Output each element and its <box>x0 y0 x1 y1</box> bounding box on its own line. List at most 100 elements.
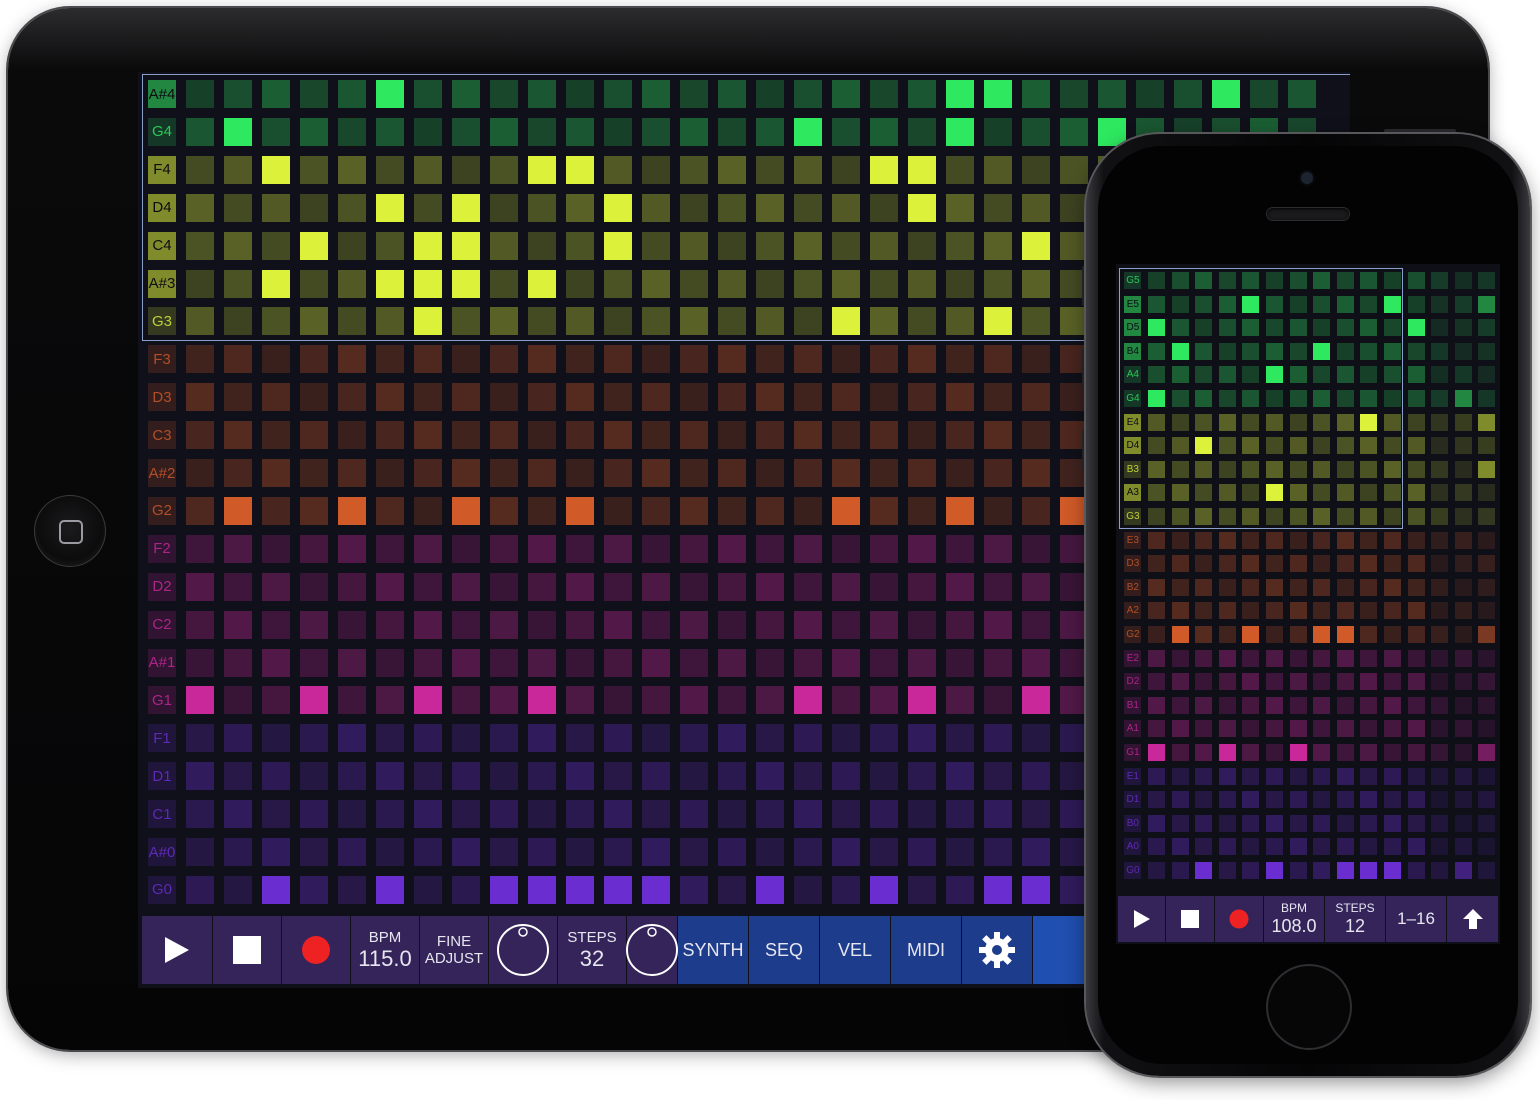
step-cell[interactable] <box>300 875 328 904</box>
step-cell[interactable] <box>1022 648 1050 677</box>
step-cell[interactable] <box>984 459 1012 487</box>
step-cell[interactable] <box>186 421 214 450</box>
step-cell[interactable] <box>1171 626 1189 643</box>
step-cell[interactable] <box>642 686 670 715</box>
step-cell[interactable] <box>642 80 670 108</box>
step-cell[interactable] <box>338 572 366 601</box>
step-cell[interactable] <box>870 572 898 601</box>
step-cell[interactable] <box>1454 626 1472 643</box>
step-cell[interactable] <box>1407 649 1425 667</box>
step-cell[interactable] <box>832 193 860 222</box>
step-cell[interactable] <box>832 155 860 184</box>
step-cell[interactable] <box>262 231 290 260</box>
step-cell[interactable] <box>680 459 708 487</box>
step-cell[interactable] <box>870 800 898 829</box>
step-cell[interactable] <box>566 686 594 715</box>
step-cell[interactable] <box>490 496 518 525</box>
step-cell[interactable] <box>794 648 822 677</box>
step-cell[interactable] <box>1266 484 1283 502</box>
step-cell[interactable] <box>604 875 632 904</box>
step-cell[interactable] <box>1289 366 1307 384</box>
step-cell[interactable] <box>1266 602 1283 620</box>
step-cell[interactable] <box>1098 80 1126 108</box>
step-cell[interactable] <box>1266 791 1283 809</box>
step-cell[interactable] <box>756 875 784 904</box>
step-cell[interactable] <box>376 80 404 108</box>
step-cell[interactable] <box>1431 838 1449 856</box>
step-cell[interactable] <box>946 875 974 904</box>
step-cell[interactable] <box>718 686 746 715</box>
step-cell[interactable] <box>756 117 784 146</box>
step-cell[interactable] <box>262 307 290 336</box>
step-cell[interactable] <box>908 496 936 525</box>
step-cell[interactable] <box>1384 319 1401 337</box>
step-cell[interactable] <box>1431 814 1449 832</box>
step-cell[interactable] <box>1407 484 1425 502</box>
step-cell[interactable] <box>414 724 442 753</box>
step-cell[interactable] <box>490 875 518 904</box>
step-cell[interactable] <box>1407 342 1425 360</box>
step-cell[interactable] <box>528 269 556 298</box>
step-cell[interactable] <box>1313 390 1331 407</box>
step-cell[interactable] <box>1289 342 1307 360</box>
stop-button[interactable] <box>1166 896 1214 942</box>
step-cell[interactable] <box>414 838 442 866</box>
step-cell[interactable] <box>224 534 252 563</box>
step-cell[interactable] <box>794 117 822 146</box>
step-cell[interactable] <box>1195 484 1213 502</box>
step-cell[interactable] <box>1313 767 1331 785</box>
step-cell[interactable] <box>566 800 594 829</box>
step-cell[interactable] <box>1148 437 1165 455</box>
step-cell[interactable] <box>1360 460 1378 478</box>
step-cell[interactable] <box>414 117 442 146</box>
step-cell[interactable] <box>604 572 632 601</box>
step-cell[interactable] <box>984 117 1012 146</box>
step-cell[interactable] <box>1218 531 1236 549</box>
step-cell[interactable] <box>870 534 898 563</box>
step-cell[interactable] <box>794 459 822 487</box>
step-cell[interactable] <box>1218 460 1236 478</box>
step-cell[interactable] <box>832 231 860 260</box>
step-cell[interactable] <box>186 572 214 601</box>
step-cell[interactable] <box>870 269 898 298</box>
step-cell[interactable] <box>1289 862 1307 879</box>
step-cell[interactable] <box>1171 767 1189 785</box>
step-cell[interactable] <box>1313 555 1331 573</box>
step-cell[interactable] <box>414 762 442 791</box>
step-cell[interactable] <box>490 838 518 866</box>
step-cell[interactable] <box>1195 531 1213 549</box>
step-cell[interactable] <box>1289 508 1307 525</box>
step-cell[interactable] <box>1407 814 1425 832</box>
step-cell[interactable] <box>642 421 670 450</box>
step-cell[interactable] <box>528 307 556 336</box>
step-cell[interactable] <box>376 496 404 525</box>
step-cell[interactable] <box>908 648 936 677</box>
step-cell[interactable] <box>680 686 708 715</box>
step-cell[interactable] <box>1336 673 1354 691</box>
step-cell[interactable] <box>566 421 594 450</box>
step-cell[interactable] <box>566 610 594 639</box>
step-cell[interactable] <box>300 496 328 525</box>
step-cell[interactable] <box>1171 602 1189 620</box>
step-cell[interactable] <box>300 155 328 184</box>
step-cell[interactable] <box>870 610 898 639</box>
step-cell[interactable] <box>1022 383 1050 412</box>
step-cell[interactable] <box>1407 602 1425 620</box>
step-cell[interactable] <box>1431 366 1449 384</box>
step-cell[interactable] <box>262 686 290 715</box>
step-cell[interactable] <box>1431 720 1449 738</box>
step-cell[interactable] <box>1336 649 1354 667</box>
step-cell[interactable] <box>376 383 404 412</box>
step-range-button[interactable]: 1–16 <box>1386 896 1446 942</box>
step-cell[interactable] <box>1313 744 1331 761</box>
step-cell[interactable] <box>224 155 252 184</box>
step-cell[interactable] <box>1384 413 1401 431</box>
step-cell[interactable] <box>376 724 404 753</box>
step-cell[interactable] <box>300 383 328 412</box>
step-cell[interactable] <box>1313 626 1331 643</box>
step-cell[interactable] <box>946 762 974 791</box>
step-cell[interactable] <box>1022 193 1050 222</box>
step-cell[interactable] <box>718 610 746 639</box>
step-cell[interactable] <box>1478 272 1496 289</box>
step-cell[interactable] <box>794 724 822 753</box>
